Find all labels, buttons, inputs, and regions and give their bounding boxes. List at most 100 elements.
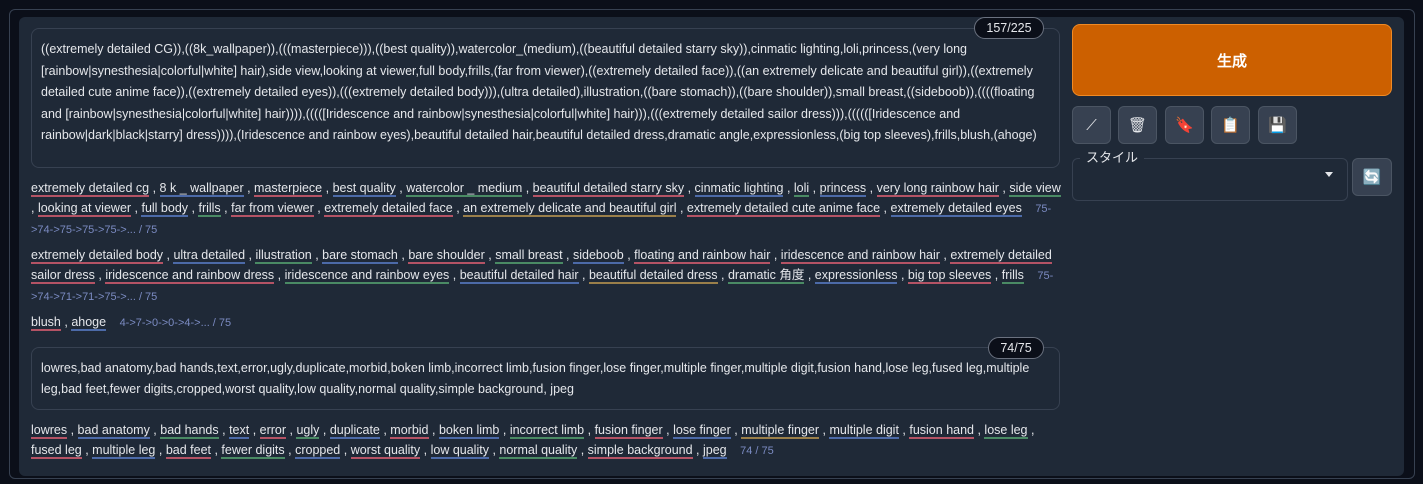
token-separator: , [188,201,199,215]
token-separator: , [322,181,333,195]
token: lose leg [984,423,1028,439]
token-count: 74 / 75 [740,445,774,457]
token-group-3: blush , ahoge 4->7->0->0->4->... / 75 [31,312,1063,333]
token-separator: , [662,423,674,437]
token-group-1: extremely detailed cg , 8 k _ wallpaper … [31,178,1063,240]
token-separator: , [730,423,742,437]
pencil-icon-glyph: ⟋ [1086,116,1097,134]
token-separator: , [81,443,93,457]
token-separator: , [578,268,589,282]
token: boken limb [438,423,500,439]
token: an extremely delicate and beautiful girl [463,201,677,217]
token-separator: , [488,443,500,457]
token-separator: , [149,423,161,437]
trash-icon[interactable]: 🗑 [1118,106,1157,144]
token: fusion hand [909,423,974,439]
token: ugly [296,423,320,439]
token-separator: , [340,443,351,457]
token: frills [198,201,221,217]
token: error [259,423,287,439]
token-separator: , [94,268,106,282]
token: bare stomach [322,248,398,264]
token-separator: , [897,268,908,282]
token-separator: , [974,423,985,437]
prompt-text[interactable]: ((extremely detailed CG)),((8k_wallpaper… [41,39,1052,147]
token-separator: , [286,423,297,437]
token: jpeg [702,443,727,459]
token-separator [106,315,109,329]
token: normal quality [499,443,578,459]
token-separator: , [717,268,728,282]
token: princess [819,181,867,197]
token-separator: , [131,201,142,215]
bookmark-icon[interactable]: 🔖 [1165,106,1204,144]
token-separator: , [274,268,285,282]
token: ahoge [71,315,107,331]
token-separator: , [397,248,409,262]
token-separator: , [67,423,78,437]
token: beautiful detailed starry sky [532,181,685,197]
token-separator: , [211,443,222,457]
token: worst quality [350,443,421,459]
refresh-styles-button[interactable]: 🔄 [1352,158,1392,196]
token-separator: , [31,201,38,215]
token-separator: , [522,181,533,195]
token: duplicate [329,423,380,439]
token: extremely detailed cute anime face [686,201,881,217]
token: multiple finger [741,423,820,439]
token: fewer digits [221,443,285,459]
token: beautiful detailed dress [588,268,718,284]
token: text [229,423,250,439]
token: extremely detailed eyes [890,201,1022,217]
token-separator: , [676,201,687,215]
trash-icon-glyph: 🗑 [1127,117,1148,134]
token-separator: , [249,423,260,437]
token-separator: , [311,248,323,262]
token-separator: , [149,181,160,195]
token-separator: , [939,248,951,262]
token-separator: , [998,181,1010,195]
token-separator [727,443,730,457]
token-separator: , [284,443,296,457]
token-separator: , [245,248,256,262]
token-separator: , [770,248,781,262]
token-separator: , [319,423,330,437]
save-icon[interactable]: 💾 [1258,106,1297,144]
token: ultra detailed [173,248,246,264]
token: looking at viewer [37,201,132,217]
token: 8 k _ wallpaper [159,181,244,197]
token: multiple digit [829,423,899,439]
token-separator: , [155,443,166,457]
token-separator: , [623,248,635,262]
token: extremely detailed body [31,248,164,264]
token-separator: , [484,248,496,262]
clipboard-icon-glyph: 📋 [1221,117,1240,134]
token-separator: , [804,268,815,282]
token-separator [1024,268,1027,282]
bookmark-icon-glyph: 🔖 [1175,117,1194,134]
chevron-down-icon [1325,172,1333,177]
token-separator: , [499,423,510,437]
pencil-icon[interactable]: ⟋ [1072,106,1111,144]
token: blush [31,315,61,331]
negative-prompt-text[interactable]: lowres,bad anatomy,bad hands,text,error,… [41,358,1052,400]
negative-token-group: lowres , bad anatomy , bad hands , text … [31,420,1063,461]
token-separator: , [379,423,391,437]
token-separator: , [60,315,72,329]
token-separator: , [395,181,407,195]
token: illustration [255,248,312,264]
token-separator: , [218,423,230,437]
token-separator: , [163,248,174,262]
negative-token-counter: 74/75 [988,337,1044,359]
clipboard-icon[interactable]: 📋 [1211,106,1250,144]
token-separator [1022,201,1025,215]
token: big top sleeves [907,268,992,284]
style-label: スタイル [1080,147,1145,166]
token: full body [141,201,189,217]
token-group-2: extremely detailed body , ultra detailed… [31,245,1063,307]
token-separator: , [313,201,325,215]
token: extremely detailed face [324,201,453,217]
token-separator: , [991,268,1002,282]
token: simple background [587,443,693,459]
generate-button[interactable]: 生成 [1072,24,1392,96]
